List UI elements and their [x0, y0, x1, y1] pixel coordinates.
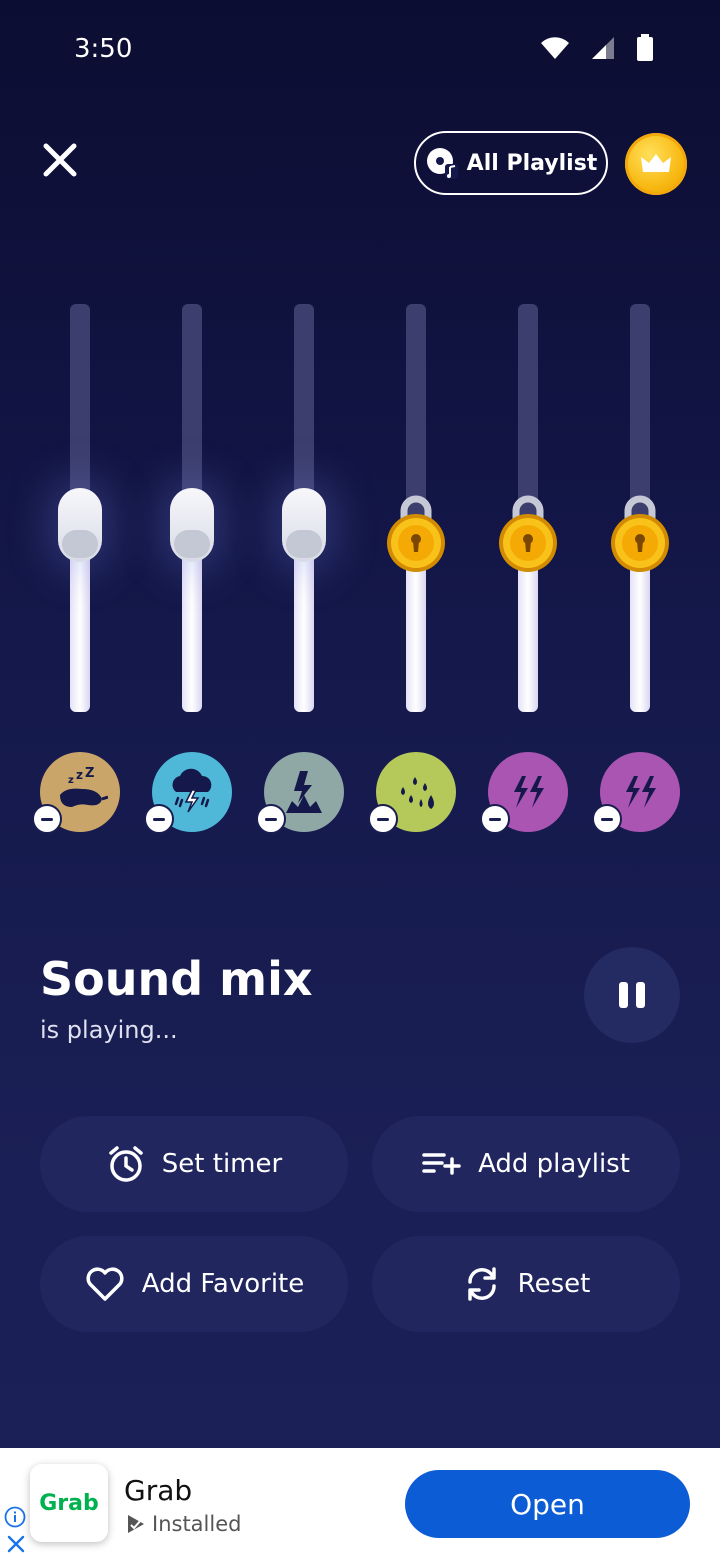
battery-icon: [637, 34, 653, 61]
volume-slider-5[interactable]: [498, 300, 558, 714]
lock-icon[interactable]: [498, 491, 558, 573]
sound-sleep[interactable]: z z Z: [32, 752, 120, 834]
pause-button[interactable]: [584, 947, 680, 1043]
sound-lightning-bolts-2[interactable]: [592, 752, 680, 834]
slider-knob[interactable]: [58, 488, 102, 563]
playlist-add-icon: [422, 1153, 461, 1175]
remove-sound-button[interactable]: [368, 804, 398, 834]
ad-app-name[interactable]: Grab: [124, 1474, 192, 1507]
remove-sound-button[interactable]: [32, 804, 62, 834]
ad-status-label: Installed: [152, 1512, 242, 1536]
volume-sliders: [0, 300, 720, 720]
premium-crown-button[interactable]: [625, 133, 687, 195]
play-store-icon: [128, 1515, 144, 1533]
volume-slider-1[interactable]: [50, 300, 110, 714]
sound-lightning-strike[interactable]: [256, 752, 344, 834]
refresh-icon: [467, 1267, 496, 1301]
ad-logo-text: Grab: [39, 1490, 99, 1516]
remove-sound-button[interactable]: [480, 804, 510, 834]
svg-text:Z: Z: [85, 767, 94, 781]
sound-rain-drops[interactable]: [368, 752, 456, 834]
set-timer-label: Set timer: [161, 1149, 283, 1179]
music-disc-icon: [426, 148, 458, 179]
add-playlist-button[interactable]: Add playlist: [372, 1116, 680, 1212]
mix-title: Sound mix: [40, 952, 313, 1006]
set-timer-button[interactable]: Set timer: [40, 1116, 348, 1212]
crown-icon: [641, 154, 671, 172]
lock-icon[interactable]: [386, 491, 446, 573]
sound-list: z z Z: [0, 752, 720, 842]
remove-sound-button[interactable]: [144, 804, 174, 834]
pause-icon: [619, 982, 628, 1008]
remove-sound-button[interactable]: [256, 804, 286, 834]
sleep-mask-icon: z z Z: [60, 767, 108, 807]
all-playlist-button[interactable]: All Playlist: [414, 131, 608, 195]
ad-open-button[interactable]: Open: [405, 1470, 690, 1538]
ad-info-icon[interactable]: [4, 1506, 26, 1528]
ad-app-logo[interactable]: Grab: [30, 1464, 108, 1542]
rain-drops-icon: [401, 777, 434, 809]
cell-signal-icon: [592, 37, 614, 59]
wifi-icon: [541, 37, 569, 59]
alarm-clock-icon: [109, 1146, 143, 1182]
svg-text:z: z: [68, 775, 74, 786]
lightning-bolts-icon: [626, 776, 656, 808]
slider-knob[interactable]: [170, 488, 214, 563]
volume-slider-6[interactable]: [610, 300, 670, 714]
ad-close-icon[interactable]: [6, 1534, 26, 1554]
sound-thunderstorm[interactable]: [144, 752, 232, 834]
volume-slider-3[interactable]: [274, 300, 334, 714]
add-favorite-button[interactable]: Add Favorite: [40, 1236, 348, 1332]
reset-button[interactable]: Reset: [372, 1236, 680, 1332]
status-icons: [540, 34, 654, 62]
svg-text:z: z: [76, 768, 83, 782]
heart-icon: [86, 1267, 124, 1301]
reset-label: Reset: [517, 1269, 591, 1299]
status-bar: 3:50: [0, 0, 720, 100]
ad-banner: Grab Grab Installed Open: [0, 1448, 720, 1560]
lock-icon[interactable]: [610, 491, 670, 573]
add-playlist-label: Add playlist: [478, 1149, 630, 1179]
lightning-bolts-icon: [514, 776, 544, 808]
volume-slider-2[interactable]: [162, 300, 222, 714]
thunderstorm-rain-icon: [172, 768, 212, 813]
close-button[interactable]: [36, 136, 84, 184]
close-icon: [43, 143, 77, 177]
all-playlist-label: All Playlist: [466, 150, 598, 176]
add-favorite-label: Add Favorite: [141, 1269, 305, 1299]
volume-slider-4[interactable]: [386, 300, 446, 714]
remove-sound-button[interactable]: [592, 804, 622, 834]
slider-knob[interactable]: [282, 488, 326, 563]
status-time: 3:50: [74, 34, 133, 64]
mix-status: is playing...: [40, 1016, 178, 1044]
lightning-strike-icon: [286, 771, 322, 813]
ad-app-status: Installed: [124, 1512, 241, 1536]
sound-lightning-bolts-1[interactable]: [480, 752, 568, 834]
